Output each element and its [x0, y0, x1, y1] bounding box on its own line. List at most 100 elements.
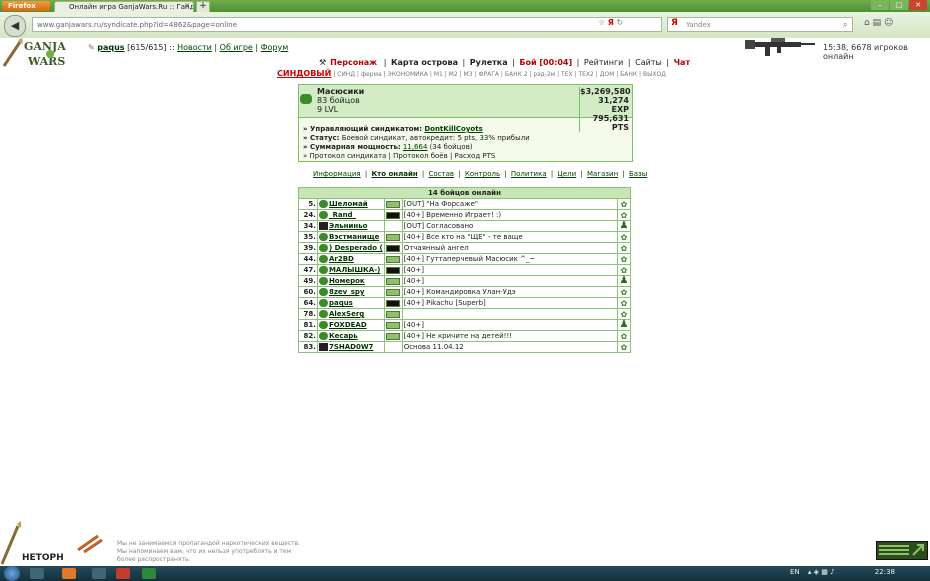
taskbar-icq-icon[interactable] [142, 568, 156, 579]
nav-sites[interactable]: Сайты [633, 58, 664, 67]
nav-island-map[interactable]: Карта острова [389, 58, 460, 67]
nav-battle[interactable]: Бой [00:04] [517, 58, 574, 67]
ganja-wars-logo[interactable]: GANJA WARS [2, 36, 72, 70]
player-name[interactable]: Шеломай [329, 200, 368, 208]
bookmark-star-icon[interactable]: ☆ [598, 18, 605, 27]
action-cell[interactable]: ✿ [616, 209, 632, 221]
taskbar-explorer-icon[interactable] [30, 568, 44, 579]
player-cell[interactable]: Кесарь [316, 330, 385, 342]
subnav-item[interactable]: ФРАГА [478, 71, 499, 78]
player-name[interactable]: Эльниньо [329, 222, 368, 230]
tab-online[interactable]: Кто онлайн [369, 170, 419, 178]
player-cell[interactable]: 7SHAD0W7 [316, 341, 385, 353]
player-name[interactable]: 8zev_spy [329, 288, 365, 296]
subnav-item[interactable]: БАНК 2 [505, 71, 528, 78]
protocol-pts-link[interactable]: Расход PTS [455, 152, 496, 160]
back-button-icon[interactable]: ◀ [4, 15, 26, 37]
player-cell[interactable]: ) Desperado ( [316, 242, 385, 254]
subnav-item[interactable]: БАНК [620, 71, 637, 78]
close-window-icon[interactable]: ✕ [909, 0, 927, 10]
home-icon[interactable]: ⌂ [864, 18, 870, 28]
subnav-item[interactable]: ферма [361, 71, 382, 78]
nav-chat[interactable]: Чат [672, 58, 693, 67]
browser-tab[interactable]: Онлайн игра GanjaWars.Ru :: Ганджуба... [54, 1, 194, 12]
player-name[interactable]: 7SHAD0W7 [329, 343, 373, 351]
subnav-item[interactable]: ДОМ [600, 71, 615, 78]
player-cell[interactable]: FOXDEAD [316, 319, 385, 331]
subnav-item[interactable]: М3 [464, 71, 473, 78]
action-cell[interactable]: ♟ [616, 319, 632, 331]
action-cell[interactable]: ♟ [616, 220, 632, 232]
tab-members[interactable]: Состав [427, 170, 457, 178]
nav-ratings[interactable]: Рейтинги [582, 58, 625, 67]
nav-personazh[interactable]: ⚒ Персонаж [315, 58, 381, 67]
taskbar-app-icon[interactable] [116, 568, 130, 579]
minimize-icon[interactable]: – [871, 0, 889, 10]
action-cell[interactable]: ♟ [616, 275, 632, 287]
player-cell[interactable]: 8zev_spy [316, 286, 385, 298]
power-link[interactable]: 11,664 [403, 143, 428, 151]
protocol-fights-link[interactable]: Протокол боёв [393, 152, 448, 160]
subnav-current[interactable]: СИНДОВЫЙ [277, 69, 331, 78]
action-cell[interactable]: ✿ [616, 264, 632, 276]
subnav-item[interactable]: ЭКОНОМИКА [388, 71, 428, 78]
tab-politics[interactable]: Политика [509, 170, 549, 178]
player-name[interactable]: FOXDEAD [329, 321, 367, 329]
player-cell[interactable]: AlexSerg [316, 308, 385, 320]
reload-icon[interactable]: ↻ [616, 18, 623, 27]
tab-bases[interactable]: Базы [627, 170, 649, 178]
taskbar-firefox-icon[interactable] [62, 568, 76, 579]
player-name[interactable]: Ar2BD [329, 255, 354, 263]
counter-badge[interactable] [876, 541, 928, 560]
subnav-item[interactable]: рэд-2м [533, 71, 555, 78]
forum-link[interactable]: Форум [261, 43, 289, 52]
username-link[interactable]: paqus [97, 43, 124, 52]
action-cell[interactable]: ✿ [616, 286, 632, 298]
clock[interactable]: 22:38 [875, 568, 895, 576]
tab-control[interactable]: Контроль [463, 170, 502, 178]
yandex-bar-icon[interactable]: Я [608, 18, 614, 27]
player-name[interactable]: _Rand_ [329, 211, 356, 219]
player-name[interactable]: МАЛЫШКА-) [329, 266, 380, 274]
player-cell[interactable]: Вэстманище [316, 231, 385, 243]
tab-info[interactable]: Информация [311, 170, 363, 178]
bookmarks-icon[interactable]: ▤ [873, 18, 882, 28]
subnav-item[interactable]: ТЕХ2 [578, 71, 593, 78]
player-cell[interactable]: МАЛЫШКА-) [316, 264, 385, 276]
action-cell[interactable]: ✿ [616, 242, 632, 254]
subnav-item[interactable]: ВЫХОД [643, 71, 666, 78]
action-cell[interactable]: ✿ [616, 297, 632, 309]
subnav-item[interactable]: ТЕХ [561, 71, 573, 78]
subnav-item[interactable]: СИНД [337, 71, 355, 78]
address-bar[interactable]: www.ganjawars.ru/syndicate.php?id=4862&p… [32, 17, 662, 32]
tab-targets[interactable]: Цели [555, 170, 578, 178]
tray-icons[interactable]: ▴ ◈ ▦ ♪ [808, 568, 835, 576]
action-cell[interactable]: ✿ [616, 330, 632, 342]
player-cell[interactable]: Номерок [316, 275, 385, 287]
taskbar-media-icon[interactable] [92, 568, 106, 579]
protocol-synd-link[interactable]: » Протокол синдиката [303, 152, 386, 160]
search-input[interactable]: Yandex [667, 17, 853, 32]
tab-shop[interactable]: Магазин [585, 170, 620, 178]
subnav-item[interactable]: М2 [449, 71, 458, 78]
player-cell[interactable]: Шеломай [316, 198, 385, 210]
player-cell[interactable]: paqus [316, 297, 385, 309]
player-cell[interactable]: Эльниньо [316, 220, 385, 232]
player-name[interactable]: Вэстманище [329, 233, 379, 241]
player-name[interactable]: paqus [329, 299, 353, 307]
player-name[interactable]: Кесарь [329, 332, 358, 340]
tab-close-icon[interactable]: ✕ [184, 2, 190, 10]
about-link[interactable]: Об игре [220, 43, 253, 52]
player-cell[interactable]: Ar2BD [316, 253, 385, 265]
language-indicator[interactable]: EN [790, 568, 800, 576]
start-button-icon[interactable] [4, 566, 20, 581]
nav-roulette[interactable]: Рулетка [468, 58, 510, 67]
hetorn-logo[interactable]: НЕТОРН [0, 520, 110, 566]
action-cell[interactable]: ✿ [616, 198, 632, 210]
addon-icon[interactable]: ☺ [884, 18, 893, 28]
search-go-icon[interactable]: ⌕ [843, 20, 847, 30]
player-name[interactable]: Номерок [329, 277, 365, 285]
news-link[interactable]: Новости [177, 43, 212, 52]
player-name[interactable]: AlexSerg [329, 310, 364, 318]
action-cell[interactable]: ✿ [616, 253, 632, 265]
